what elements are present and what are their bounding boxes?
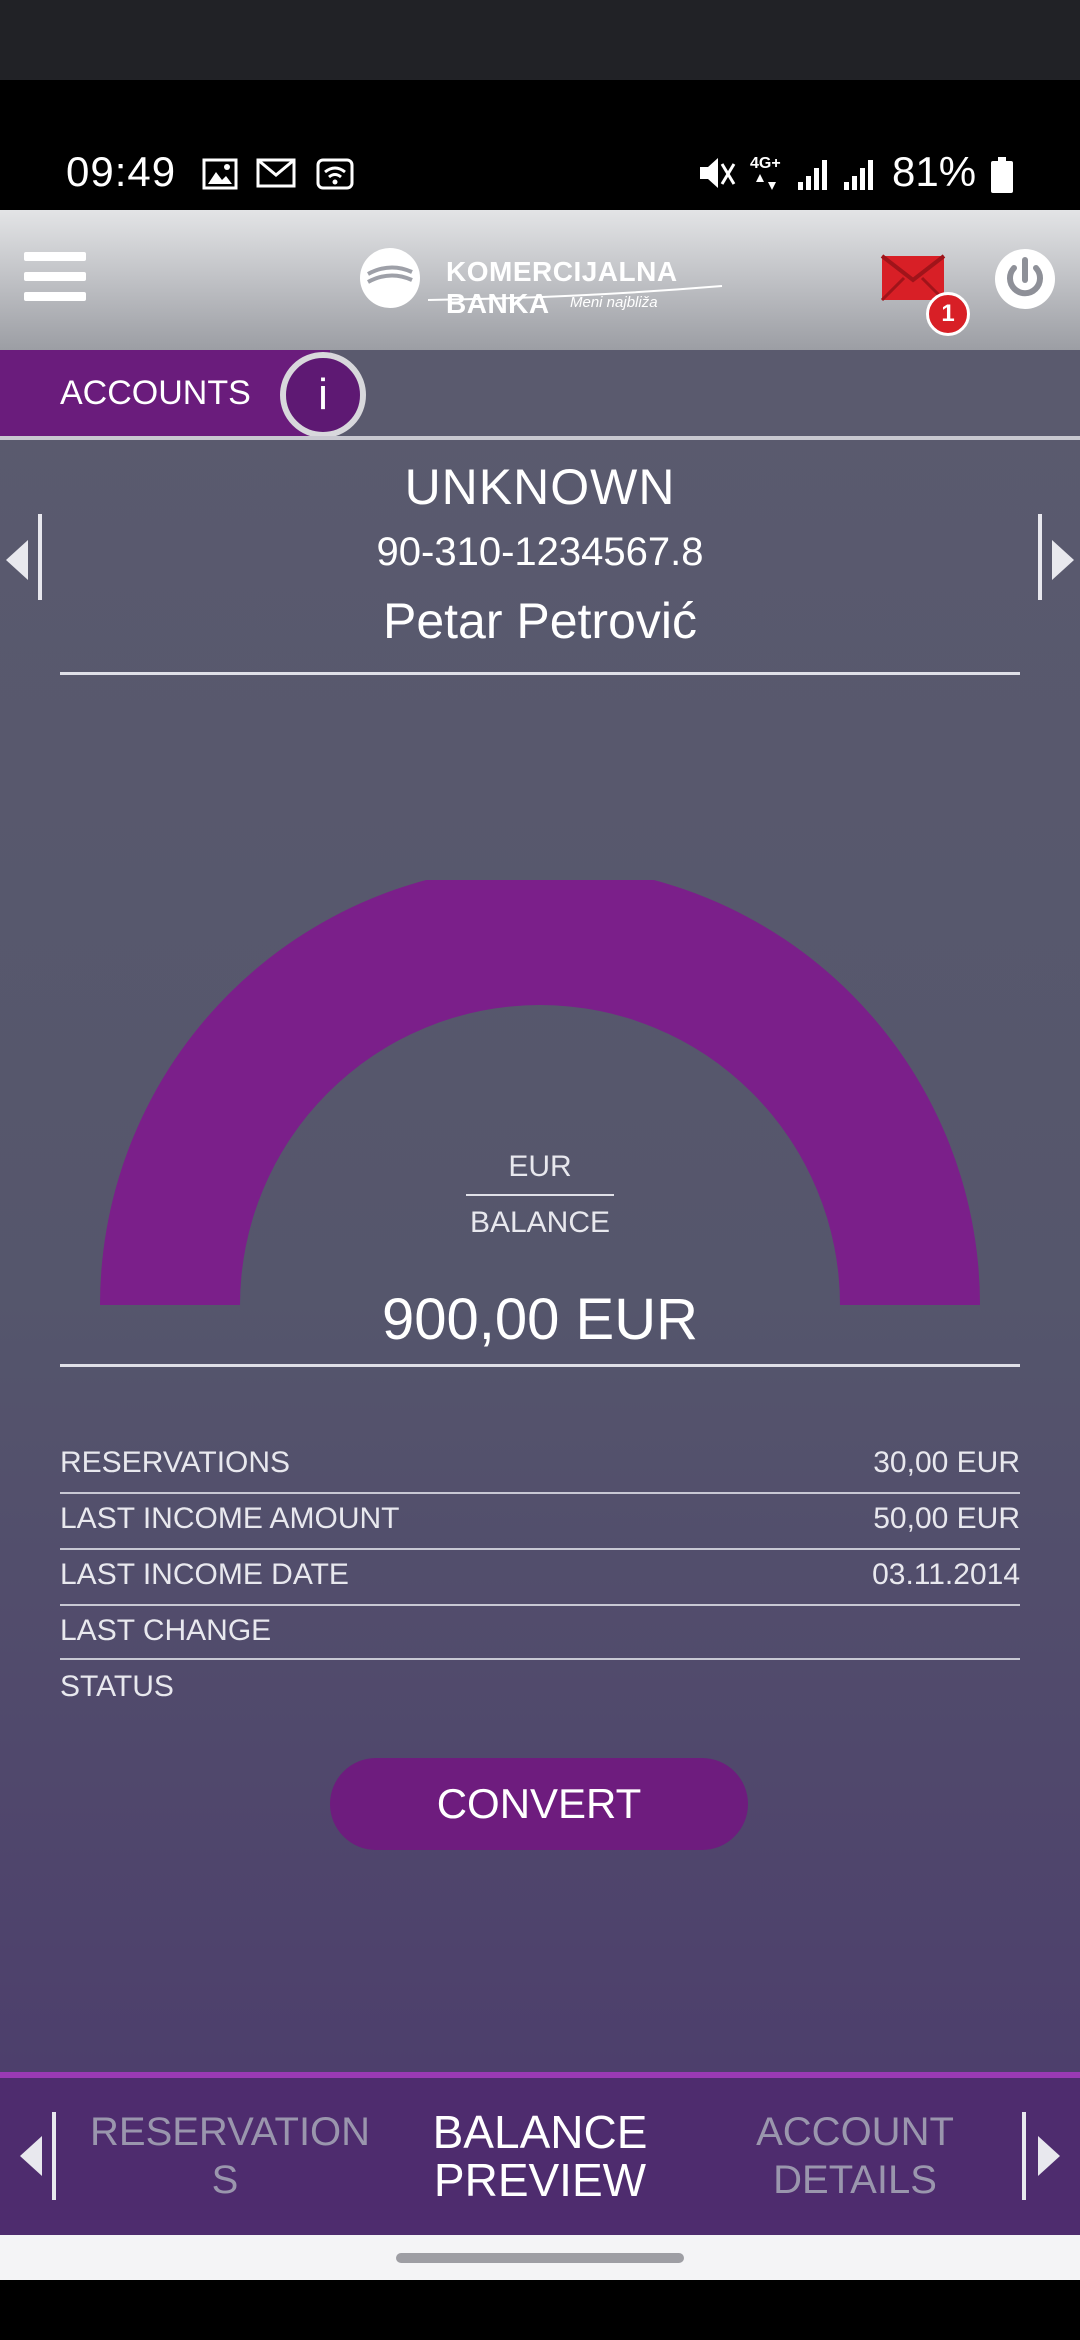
tab-label: PREVIEW bbox=[433, 2154, 647, 2206]
detail-value: 03.11.2014 bbox=[872, 1558, 1020, 1591]
balance-gauge bbox=[100, 880, 980, 1305]
tab-label: S bbox=[211, 2158, 239, 2202]
message-count-badge: 1 bbox=[926, 292, 970, 336]
divider bbox=[60, 1364, 1020, 1367]
detail-row-last-change: LAST CHANGE bbox=[60, 1604, 1020, 1658]
status-time: 09:49 bbox=[66, 148, 177, 195]
detail-key: LAST INCOME AMOUNT bbox=[60, 1502, 400, 1535]
tab-label: BALANCE bbox=[432, 2106, 648, 2158]
detail-row-reservations: RESERVATIONS 30,00 EUR bbox=[60, 1436, 1020, 1490]
tab-label: RESERVATION bbox=[90, 2110, 371, 2154]
balance-currency: EUR bbox=[508, 1150, 572, 1183]
info-button[interactable]: i bbox=[280, 352, 366, 438]
previous-tab-arrow-icon[interactable] bbox=[20, 2136, 42, 2176]
account-number: 90-310-1234567.8 bbox=[376, 530, 704, 574]
gauge-arc bbox=[100, 880, 980, 1305]
divider bbox=[466, 1194, 614, 1196]
detail-row-last-income-amount: LAST INCOME AMOUNT 50,00 EUR bbox=[60, 1492, 1020, 1546]
battery-icon bbox=[991, 157, 1013, 193]
detail-row-last-income-date: LAST INCOME DATE 03.11.2014 bbox=[60, 1548, 1020, 1602]
bank-logo: KOMERCIJALNA BANKA Meni najbliža bbox=[360, 244, 723, 319]
divider bbox=[60, 672, 1020, 675]
next-tab-arrow-icon[interactable] bbox=[1038, 2136, 1060, 2176]
divider bbox=[0, 436, 1080, 440]
logo-tagline: Meni najbliža bbox=[570, 294, 658, 311]
detail-row-status: STATUS bbox=[60, 1660, 1020, 1714]
top-bezel bbox=[0, 0, 1080, 80]
detail-value: 30,00 EUR bbox=[873, 1446, 1020, 1479]
detail-key: STATUS bbox=[60, 1670, 174, 1703]
convert-button[interactable]: CONVERT bbox=[330, 1758, 748, 1850]
account-type: UNKNOWN bbox=[404, 459, 676, 515]
signal-icon bbox=[798, 160, 827, 190]
divider bbox=[52, 2112, 56, 2200]
accounts-label: ACCOUNTS bbox=[60, 374, 251, 412]
balance-label: BALANCE bbox=[469, 1206, 611, 1239]
balance-value: 900,00 EUR bbox=[382, 1287, 698, 1352]
signal-icon bbox=[844, 160, 873, 190]
tab-reservations[interactable]: RESERVATION S bbox=[90, 2108, 371, 2204]
tab-account-details[interactable]: ACCOUNT DETAILS bbox=[720, 2108, 990, 2204]
mail-icon bbox=[256, 158, 296, 188]
wifi-icon bbox=[316, 158, 354, 190]
detail-value: 50,00 EUR bbox=[873, 1502, 1020, 1535]
power-icon[interactable] bbox=[992, 246, 1058, 312]
tab-balance-preview[interactable]: BALANCE PREVIEW bbox=[412, 2108, 668, 2204]
mute-icon bbox=[700, 158, 736, 188]
menu-icon[interactable] bbox=[24, 252, 86, 302]
detail-key: RESERVATIONS bbox=[60, 1446, 291, 1479]
logo-emblem bbox=[360, 248, 420, 308]
svg-text:4G+: 4G+ bbox=[750, 155, 781, 172]
home-gesture-bar[interactable] bbox=[396, 2253, 684, 2263]
gallery-icon bbox=[202, 158, 238, 190]
tab-label: DETAILS bbox=[773, 2158, 937, 2202]
battery-percent: 81% bbox=[892, 148, 977, 195]
detail-key: LAST INCOME DATE bbox=[60, 1558, 349, 1591]
bottom-bezel bbox=[0, 2280, 1080, 2340]
divider bbox=[1022, 2112, 1026, 2200]
4g-icon: 4G+ bbox=[750, 155, 781, 190]
account-owner: Petar Petrović bbox=[382, 593, 697, 649]
detail-key: LAST CHANGE bbox=[60, 1614, 272, 1647]
tab-label: ACCOUNT bbox=[756, 2110, 954, 2154]
